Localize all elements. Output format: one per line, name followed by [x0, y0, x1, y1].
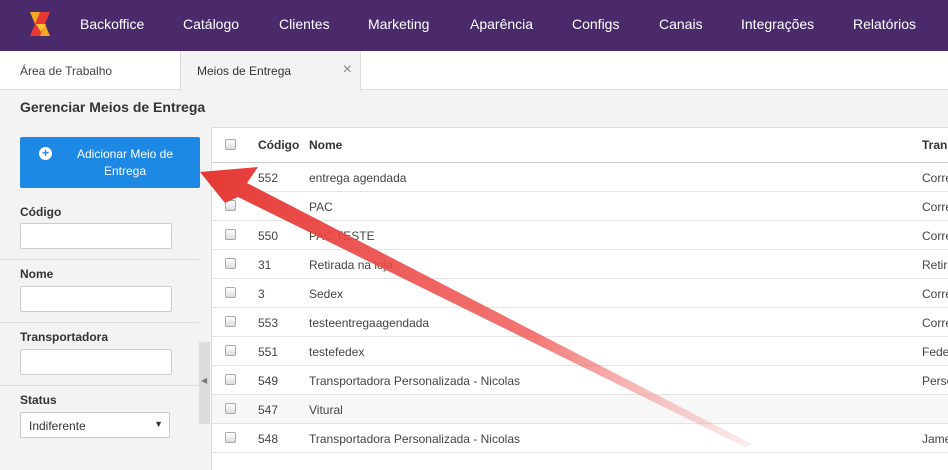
table-row[interactable]: 548 Transportadora Personalizada - Nicola…	[212, 424, 948, 453]
row-checkbox[interactable]	[225, 374, 236, 385]
cell-code: 552	[258, 171, 279, 185]
nav-item[interactable]: Integrações	[741, 16, 814, 32]
filter-sidebar: + Adicionar Meio de Entrega Código Nome …	[0, 126, 200, 470]
nav-item[interactable]: Catálogo	[183, 16, 239, 32]
table-row[interactable]: 31 Retirada na loja Retirada	[212, 250, 948, 279]
codigo-input[interactable]	[20, 223, 172, 249]
cell-code: 548	[258, 432, 279, 446]
table-row[interactable]: PAC Correios	[212, 192, 948, 221]
cell-transportadora: Correios	[922, 229, 948, 243]
cell-name: Sedex	[309, 287, 344, 301]
nav-item[interactable]: Marketing	[368, 16, 429, 32]
plus-circle-icon: +	[39, 147, 52, 160]
main-menu: Backoffice Catálogo Clientes Marketing Aparê…	[0, 0, 948, 51]
row-checkbox[interactable]	[225, 229, 236, 240]
column-header-transportadora[interactable]: Transportadora	[922, 138, 948, 152]
cell-code: 3	[258, 287, 265, 301]
add-button-label: Adicionar Meio de Entrega	[76, 146, 174, 178]
row-checkbox[interactable]	[225, 200, 236, 211]
cell-name: entrega agendada	[309, 171, 407, 185]
tab-label: Meios de Entrega	[197, 64, 292, 78]
cell-transportadora: Personalizada	[922, 374, 948, 388]
transportadora-label: Transportadora	[20, 330, 109, 344]
cell-code: 551	[258, 345, 279, 359]
table-row[interactable]: 3 Sedex Correios	[212, 279, 948, 308]
cell-transportadora: Jamef	[922, 432, 948, 446]
collapse-sidebar-handle[interactable]: ◀	[199, 342, 210, 424]
page-title: Gerenciar Meios de Entrega	[20, 99, 206, 115]
tab-area-de-trabalho[interactable]: Área de Trabalho	[0, 51, 180, 90]
table-row[interactable]: 552 entrega agendada Correios	[212, 163, 948, 192]
cell-name: testeentregaagendada	[309, 316, 430, 330]
divider	[0, 259, 199, 260]
chevron-left-icon: ◀	[201, 376, 208, 385]
cell-name: Retirada na loja	[309, 258, 394, 272]
row-checkbox[interactable]	[225, 258, 236, 269]
column-header-code[interactable]: Código	[258, 138, 299, 152]
tab-meios-de-entrega[interactable]: Meios de Entrega ×	[180, 51, 361, 91]
table-header-row: Código Nome Transportadora	[212, 127, 948, 163]
cell-name: PAC TESTE	[309, 229, 375, 243]
cell-code: 547	[258, 403, 279, 417]
cell-code: 553	[258, 316, 279, 330]
nav-item[interactable]: Configs	[572, 16, 619, 32]
row-checkbox[interactable]	[225, 287, 236, 298]
nav-item[interactable]: Canais	[659, 16, 703, 32]
table-row[interactable]: 553 testeentregaagendada Correios	[212, 308, 948, 337]
cell-code: 550	[258, 229, 279, 243]
nome-input[interactable]	[20, 286, 172, 312]
cell-code: 31	[258, 258, 272, 272]
close-icon[interactable]: ×	[343, 61, 352, 79]
nav-item[interactable]: Backoffice	[80, 16, 144, 32]
cell-name: PAC	[309, 200, 333, 214]
transportadora-input[interactable]	[20, 349, 172, 375]
row-checkbox[interactable]	[225, 345, 236, 356]
nome-label: Nome	[20, 267, 54, 281]
cell-name: testefedex	[309, 345, 365, 359]
cell-name: Transportadora Personalizada - Nicolas	[309, 432, 520, 446]
nav-item[interactable]: Clientes	[279, 16, 330, 32]
table-row[interactable]: 549 Transportadora Personalizada - Nicola…	[212, 366, 948, 395]
status-select[interactable]: Indiferente ▼	[20, 412, 170, 438]
table-row[interactable]: 547 Vitural	[212, 395, 948, 424]
add-delivery-method-button[interactable]: + Adicionar Meio de Entrega	[20, 137, 200, 188]
divider	[0, 322, 199, 323]
cell-transportadora: Correios	[922, 287, 948, 301]
cell-transportadora: Correios	[922, 200, 948, 214]
cell-name: Vitural	[309, 403, 343, 417]
delivery-methods-table: Código Nome Transportadora 552 entrega ag…	[211, 127, 948, 470]
cell-name: Transportadora Personalizada - Nicolas	[309, 374, 520, 388]
row-checkbox[interactable]	[225, 316, 236, 327]
cell-transportadora: Correios	[922, 171, 948, 185]
nav-item[interactable]: Aparência	[470, 16, 533, 32]
tab-bar: Área de Trabalho Meios de Entrega ×	[0, 51, 948, 91]
cell-transportadora: Correios	[922, 316, 948, 330]
cell-transportadora: Retirada	[922, 258, 948, 272]
column-header-name[interactable]: Nome	[309, 138, 342, 152]
row-checkbox[interactable]	[225, 403, 236, 414]
top-navbar: Backoffice Catálogo Clientes Marketing Aparê…	[0, 0, 948, 51]
row-checkbox[interactable]	[225, 171, 236, 182]
row-checkbox[interactable]	[225, 432, 236, 443]
tab-label: Área de Trabalho	[20, 63, 113, 78]
codigo-label: Código	[20, 205, 62, 219]
cell-code: 549	[258, 374, 279, 388]
select-all-checkbox[interactable]	[225, 139, 236, 150]
caret-down-icon: ▼	[154, 419, 163, 429]
cell-transportadora: Fedex	[922, 345, 948, 359]
table-row[interactable]: 551 testefedex Fedex	[212, 337, 948, 366]
table-row[interactable]: 550 PAC TESTE Correios	[212, 221, 948, 250]
divider	[0, 385, 199, 386]
status-label: Status	[20, 393, 57, 407]
nav-item[interactable]: Relatórios	[853, 16, 916, 32]
status-selected-value: Indiferente	[29, 419, 86, 433]
